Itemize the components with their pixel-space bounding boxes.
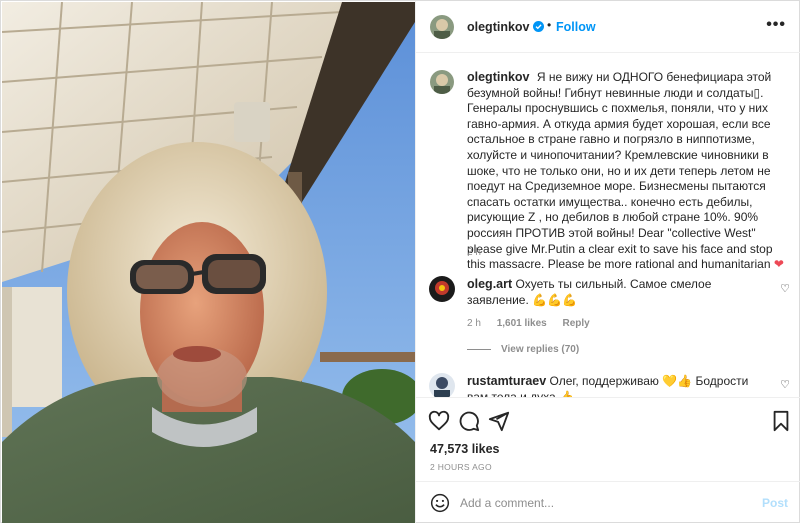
add-comment-input[interactable]: [460, 493, 740, 513]
post-header: olegtinkov • Follow •••: [416, 1, 800, 53]
commenter-avatar[interactable]: [429, 276, 455, 302]
replies-divider: [467, 349, 491, 350]
comment-meta: 2 h 1,601 likes Reply: [467, 318, 603, 329]
comment-body: Олег, поддерживаю: [549, 374, 659, 388]
caption-body: Я не вижу ни ОДНОГО бенефициара этой без…: [467, 70, 773, 272]
add-comment-bar: Post: [416, 481, 800, 523]
caption-avatar[interactable]: [430, 70, 454, 94]
comment-likes[interactable]: 1,601 likes: [497, 318, 547, 329]
commenter-username[interactable]: rustamturaev: [467, 374, 546, 388]
like-comment-heart-icon[interactable]: ♡: [780, 282, 790, 295]
post-photo[interactable]: [2, 2, 415, 523]
post-comment-button[interactable]: Post: [762, 496, 788, 510]
post-timestamp[interactable]: 2 HOURS AGO: [430, 462, 492, 472]
share-send-icon[interactable]: [488, 410, 510, 432]
commenter-avatar[interactable]: [429, 373, 455, 397]
post-actions: 47,573 likes 2 HOURS AGO: [416, 397, 800, 487]
selfie-image: [2, 2, 415, 523]
post-dialog: olegtinkov • Follow ••• olegtinkov Я не …: [0, 0, 800, 523]
comment-text: oleg.art Охуеть ты сильный. Самое смелое…: [467, 277, 772, 308]
caption-username[interactable]: olegtinkov: [467, 70, 530, 84]
thumbs-up-emoji: 👍: [559, 389, 575, 397]
caption-timestamp[interactable]: 2 h: [467, 247, 481, 258]
author-avatar[interactable]: [430, 15, 454, 39]
likes-count[interactable]: 47,573 likes: [430, 442, 500, 456]
comment-bubble-icon[interactable]: [458, 410, 480, 432]
author-username[interactable]: olegtinkov: [467, 20, 530, 34]
view-replies-label: View replies (70): [501, 344, 580, 355]
emoji-smile-icon[interactable]: [430, 493, 450, 513]
follow-button[interactable]: Follow: [556, 20, 596, 34]
like-heart-icon[interactable]: [428, 410, 450, 432]
verified-badge-icon: [533, 21, 544, 32]
save-bookmark-icon[interactable]: [770, 410, 792, 432]
red-heart-emoji: ❤: [773, 257, 784, 272]
like-comment-heart-icon[interactable]: ♡: [780, 378, 790, 391]
commenter-username[interactable]: oleg.art: [467, 277, 512, 291]
caption-text: olegtinkov Я не вижу ни ОДНОГО бенефициа…: [467, 70, 792, 273]
comments-list[interactable]: olegtinkov Я не вижу ни ОДНОГО бенефициа…: [416, 54, 800, 397]
comment-timestamp[interactable]: 2 h: [467, 318, 481, 329]
separator-dot: •: [547, 18, 552, 32]
post-side-panel: olegtinkov • Follow ••• olegtinkov Я не …: [415, 1, 800, 523]
more-options-icon[interactable]: •••: [766, 16, 786, 34]
flexed-biceps-emoji: 💪💪💪: [532, 292, 577, 307]
view-replies-button[interactable]: View replies (70): [467, 344, 579, 355]
reply-button[interactable]: Reply: [563, 318, 590, 329]
comment-text: rustamturaev Олег, поддерживаю 💛👍 Бодрос…: [467, 374, 772, 397]
heart-thumbs-up-emoji: 💛👍: [662, 374, 693, 388]
